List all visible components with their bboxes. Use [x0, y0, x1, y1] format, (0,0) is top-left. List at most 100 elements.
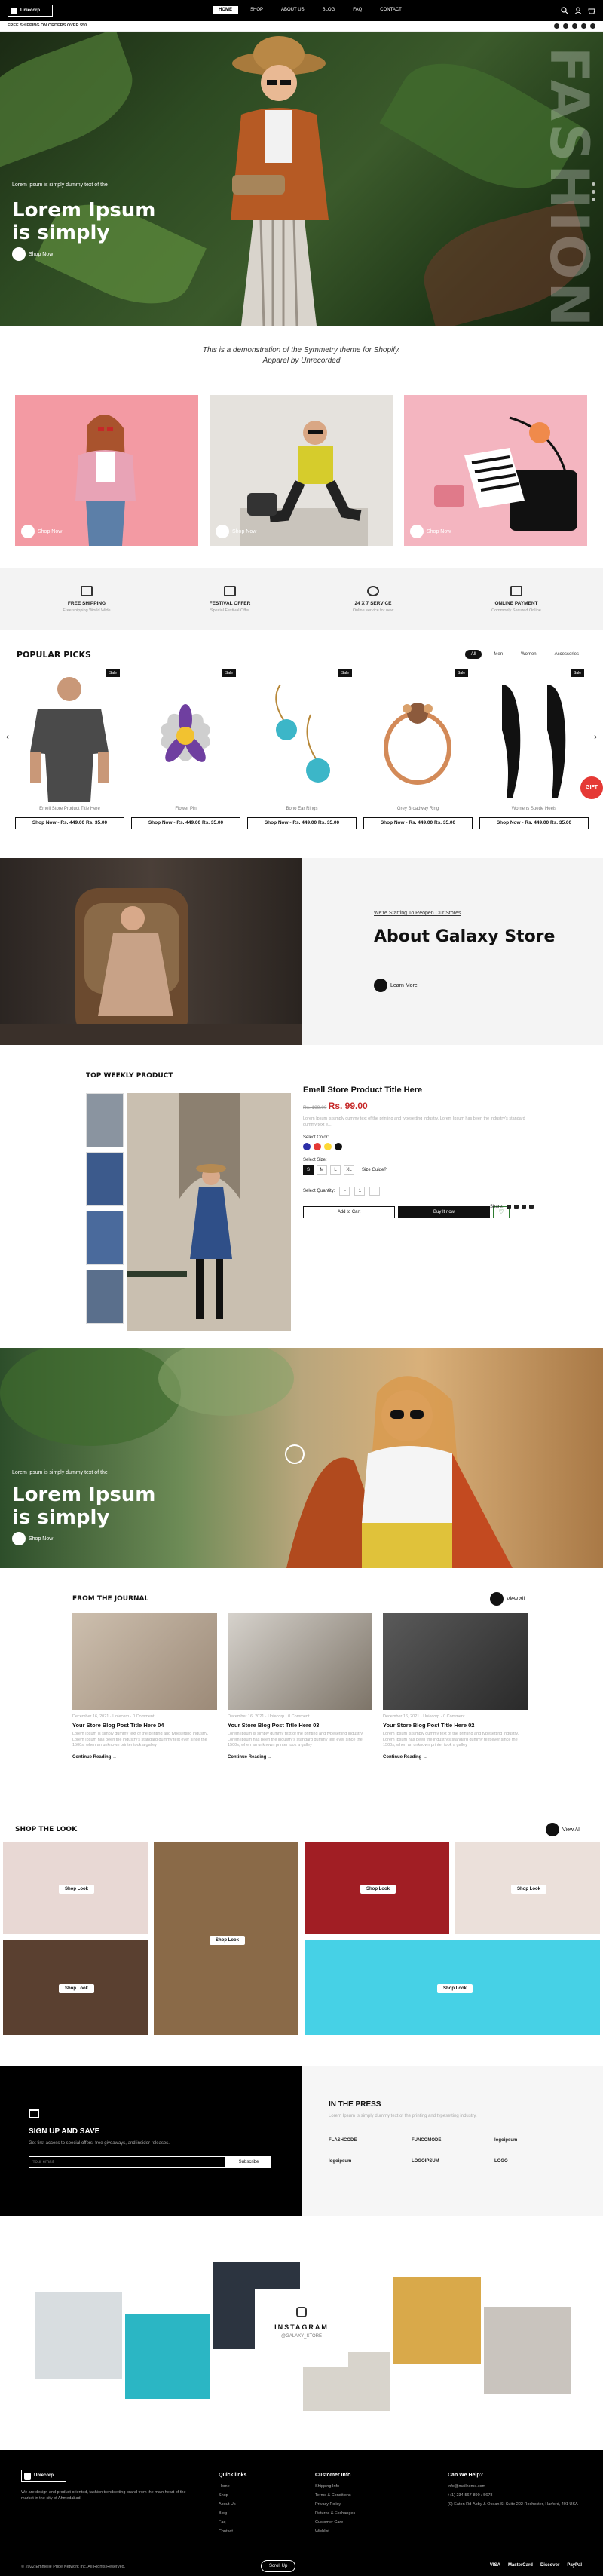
size-s[interactable]: S: [303, 1165, 314, 1175]
size-l[interactable]: L: [330, 1165, 341, 1175]
footer-link[interactable]: Wishlist: [315, 2529, 355, 2534]
product-card[interactable]: Sale Grey Broadway Ring Shop Now - Rs. 4…: [363, 669, 473, 835]
footer-email[interactable]: info@mailhome.com: [448, 2484, 583, 2489]
banner-shop-button[interactable]: Shop Now: [12, 1532, 53, 1545]
footer-link[interactable]: Customer Care: [315, 2520, 355, 2525]
hero-shop-button[interactable]: Shop Now: [12, 247, 53, 261]
shop-look-button[interactable]: Shop Look: [511, 1885, 546, 1894]
product-name[interactable]: Womens Suede Heels: [479, 807, 589, 811]
continue-reading-link[interactable]: Continue Reading →: [228, 1755, 372, 1760]
journal-view-all-button[interactable]: View all: [490, 1592, 525, 1606]
qty-minus-button[interactable]: −: [339, 1187, 350, 1196]
tab-accessories[interactable]: Accessories: [549, 650, 585, 659]
size-m[interactable]: M: [317, 1165, 327, 1175]
color-swatch-yellow[interactable]: [324, 1143, 332, 1150]
look-tile[interactable]: Shop Look: [3, 1842, 148, 1934]
blog-post-image[interactable]: [383, 1613, 528, 1710]
product-card[interactable]: Sale Womens Suede Heels Shop Now - Rs. 4…: [479, 669, 589, 835]
color-swatch-red[interactable]: [314, 1143, 321, 1150]
footer-link[interactable]: Faq: [219, 2520, 246, 2525]
product-name[interactable]: Emell Store Product Title Here: [15, 807, 124, 811]
look-tile[interactable]: Shop Look: [305, 1940, 600, 2035]
color-swatch-black[interactable]: [335, 1143, 342, 1150]
qty-value[interactable]: 1: [354, 1187, 366, 1196]
play-icon[interactable]: [285, 1444, 305, 1464]
blog-post-card[interactable]: December 16, 2021 · Uniecorp · 0 Comment…: [228, 1613, 372, 1760]
shop-look-button[interactable]: Shop Look: [210, 1936, 245, 1945]
product-name[interactable]: Flower Pin: [131, 807, 240, 811]
nav-about[interactable]: ABOUT US: [275, 6, 311, 14]
nav-faq[interactable]: FAQ: [347, 6, 368, 14]
shop-look-button[interactable]: Shop Look: [360, 1885, 396, 1894]
footer-link[interactable]: Privacy Policy: [315, 2502, 355, 2507]
youtube-icon[interactable]: [590, 23, 595, 29]
scroll-up-button[interactable]: Scroll Up: [261, 2560, 296, 2572]
product-name[interactable]: Grey Broadway Ring: [363, 807, 473, 811]
shop-look-button[interactable]: Shop Look: [437, 1984, 473, 1993]
look-tile[interactable]: Shop Look: [455, 1842, 600, 1934]
size-guide-link[interactable]: Size Guide?: [362, 1168, 387, 1172]
footer-link[interactable]: Returns & Exchanges: [315, 2511, 355, 2516]
tab-men[interactable]: Men: [488, 650, 509, 659]
instagram-handle[interactable]: @GALAXY_STORE: [255, 2334, 348, 2339]
product-thumbnail[interactable]: [86, 1211, 124, 1265]
instagram-card[interactable]: INSTAGRAM @GALAXY_STORE: [255, 2289, 348, 2367]
twitter-icon[interactable]: [513, 1205, 519, 1209]
nav-blog[interactable]: BLOG: [317, 6, 341, 14]
look-tile[interactable]: Shop Look: [154, 1842, 298, 2035]
user-icon[interactable]: [574, 7, 582, 14]
instagram-tile[interactable]: [125, 2314, 210, 2399]
subscribe-button[interactable]: Subscribe: [226, 2156, 271, 2168]
product-card[interactable]: Sale Flower Pin Shop Now - Rs. 449.00 Rs…: [131, 669, 240, 835]
continue-reading-link[interactable]: Continue Reading →: [72, 1755, 217, 1760]
gift-button[interactable]: GIFT: [580, 776, 603, 799]
nav-shop[interactable]: SHOP: [244, 6, 269, 14]
search-icon[interactable]: [561, 7, 568, 14]
pinterest-icon[interactable]: [581, 23, 586, 29]
nav-home[interactable]: HOME: [213, 6, 238, 14]
footer-link[interactable]: About Us: [219, 2502, 246, 2507]
post-title[interactable]: Your Store Blog Post Title Here 02: [383, 1722, 528, 1729]
continue-reading-link[interactable]: Continue Reading →: [383, 1755, 528, 1760]
footer-link[interactable]: Contact: [219, 2529, 246, 2534]
product-card[interactable]: Sale Boho Ear Rings Shop Now - Rs. 449.0…: [247, 669, 357, 835]
card-shop-button[interactable]: Shop Now: [410, 525, 451, 538]
tab-women[interactable]: Women: [515, 650, 543, 659]
footer-logo[interactable]: Uniecorp: [21, 2470, 66, 2482]
whatsapp-icon[interactable]: [528, 1205, 534, 1209]
facebook-icon[interactable]: [554, 23, 559, 29]
tab-all[interactable]: All: [464, 650, 482, 659]
footer-link[interactable]: Shop: [219, 2493, 246, 2498]
product-price-button[interactable]: Shop Now - Rs. 449.00 Rs. 35.00: [15, 817, 124, 829]
size-xl[interactable]: XL: [344, 1165, 354, 1175]
promo-card[interactable]: Shop Now: [210, 395, 393, 546]
instagram-tile[interactable]: [484, 2307, 571, 2394]
pinterest-icon[interactable]: [521, 1205, 526, 1209]
product-price-button[interactable]: Shop Now - Rs. 449.00 Rs. 35.00: [247, 817, 357, 829]
product-price-button[interactable]: Shop Now - Rs. 449.00 Rs. 35.00: [479, 817, 589, 829]
instagram-tile[interactable]: [393, 2277, 481, 2364]
buy-now-button[interactable]: Buy It now: [398, 1206, 490, 1218]
slider-dot[interactable]: [592, 198, 595, 201]
instagram-tile[interactable]: [35, 2292, 122, 2379]
blog-post-image[interactable]: [72, 1613, 217, 1710]
product-price-button[interactable]: Shop Now - Rs. 449.00 Rs. 35.00: [363, 817, 473, 829]
footer-phone[interactable]: +(1) 234-567-890 / 5678: [448, 2493, 583, 2498]
promo-card[interactable]: Shop Now: [404, 395, 587, 546]
blog-post-card[interactable]: December 16, 2021 · Uniecorp · 0 Comment…: [383, 1613, 528, 1760]
cart-icon[interactable]: [588, 7, 595, 14]
product-card[interactable]: Sale Emell Store Product Title Here Shop…: [15, 669, 124, 835]
footer-link[interactable]: Home: [219, 2484, 246, 2489]
email-input[interactable]: [29, 2156, 226, 2168]
footer-link[interactable]: Shipping Info: [315, 2484, 355, 2489]
shop-look-button[interactable]: Shop Look: [59, 1885, 94, 1894]
slider-dot[interactable]: [592, 182, 595, 186]
footer-link[interactable]: Blog: [219, 2511, 246, 2516]
slider-dot[interactable]: [592, 190, 595, 194]
look-tile[interactable]: Shop Look: [305, 1842, 449, 1934]
card-shop-button[interactable]: Shop Now: [216, 525, 256, 538]
learn-more-button[interactable]: Learn More: [374, 979, 418, 992]
post-title[interactable]: Your Store Blog Post Title Here 03: [228, 1722, 372, 1729]
shop-look-button[interactable]: Shop Look: [59, 1984, 94, 1993]
product-name[interactable]: Boho Ear Rings: [247, 807, 357, 811]
